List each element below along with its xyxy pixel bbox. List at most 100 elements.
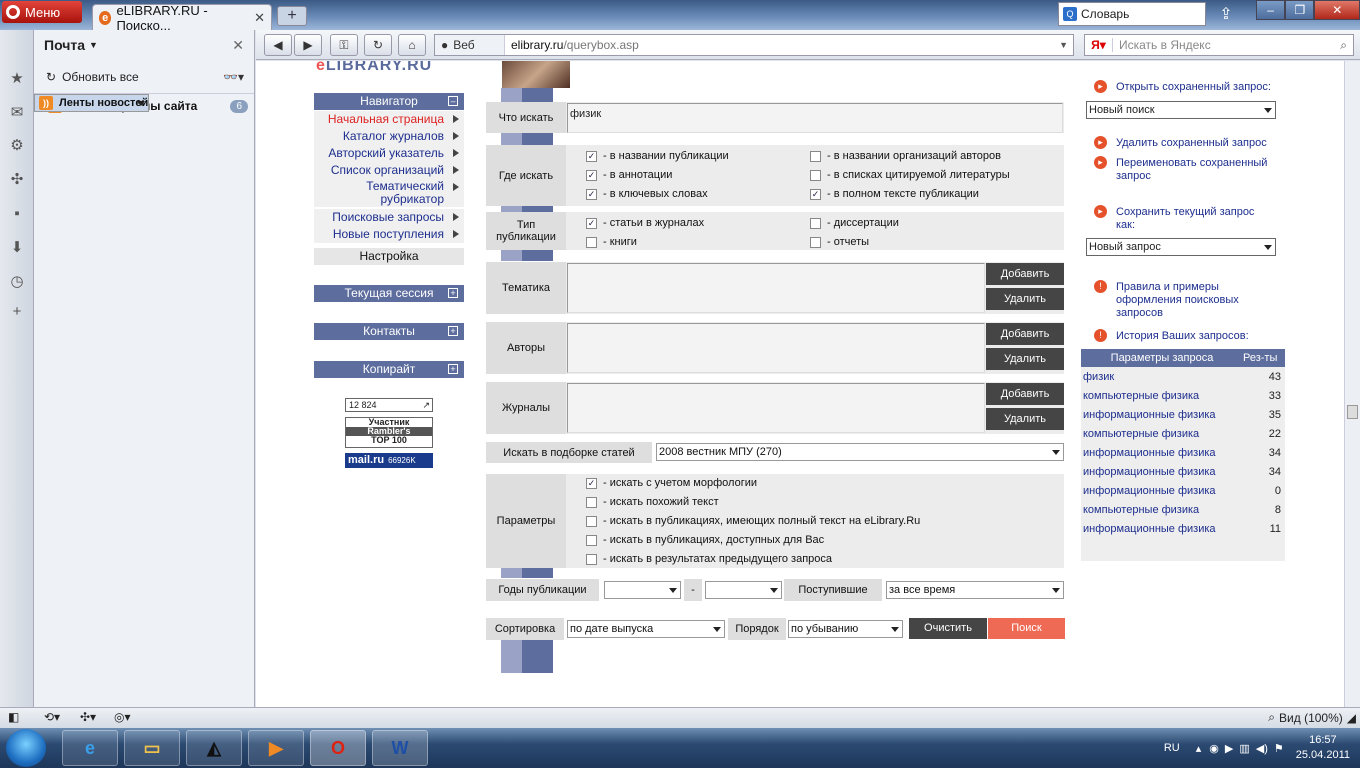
history-query-link[interactable]: компьютерные физика — [1083, 390, 1261, 402]
param-fulltext-checkbox[interactable]: - искать в публикациях, имеющих полный т… — [586, 515, 920, 527]
collapse-icon[interactable]: – — [448, 96, 458, 106]
yandex-icon[interactable]: Я▾ — [1085, 38, 1113, 52]
history-row[interactable]: компьютерные физика 8 — [1081, 500, 1285, 519]
year-from-select[interactable] — [604, 581, 681, 599]
panel-toggle-icon[interactable]: ◧ — [8, 710, 19, 724]
language-indicator[interactable]: RU — [1164, 742, 1180, 754]
volume-icon[interactable]: ◀) — [1256, 742, 1268, 755]
site-logo[interactable]: eLIBRARY.RU — [316, 61, 432, 75]
history-query-link[interactable]: информационные физика — [1083, 466, 1261, 478]
new-tab-button[interactable]: + — [277, 6, 307, 26]
history-query-link[interactable]: компьютерные физика — [1083, 428, 1261, 440]
close-button[interactable]: ✕ — [1314, 0, 1360, 20]
network-icon[interactable]: ▥ — [1239, 742, 1249, 755]
nav-authors[interactable]: Авторский указатель — [314, 145, 464, 162]
reload-button[interactable]: ↻ — [364, 34, 392, 56]
back-button[interactable]: ◀ — [264, 34, 292, 56]
open-saved-link[interactable]: Открыть сохраненный запрос: — [1116, 81, 1271, 94]
feeds-item[interactable]: )) Ленты новостей — [34, 94, 150, 112]
journals-add-button[interactable]: Добавить — [986, 383, 1064, 405]
scroll-thumb[interactable] — [1347, 405, 1358, 419]
type-articles-checkbox[interactable]: ✓ - статьи в журналах — [586, 217, 704, 229]
history-row[interactable]: информационные физика 11 — [1081, 519, 1285, 538]
history-row[interactable]: информационные физика 35 — [1081, 405, 1285, 424]
param-previous-checkbox[interactable]: - искать в результатах предыдущего запро… — [586, 553, 832, 565]
mail-title[interactable]: Почта — [44, 37, 85, 53]
chevron-down-icon[interactable]: ▼ — [89, 40, 98, 50]
rename-saved-link[interactable]: Переименовать сохраненный запрос — [1116, 157, 1286, 183]
nav-settings[interactable]: Настройка — [314, 248, 464, 265]
address-field[interactable]: ● Веб elibrary.ru/querybox.asp ▼ — [434, 34, 1074, 56]
journals-list[interactable] — [567, 383, 985, 433]
add-panel-icon[interactable]: + — [8, 303, 26, 321]
mailru-badge[interactable]: mail.ru 66926K — [345, 453, 433, 468]
notes-icon[interactable]: ▪ — [8, 205, 26, 223]
query-textarea[interactable]: физик — [567, 103, 1063, 133]
nav-search-queries[interactable]: Поисковые запросы — [314, 209, 464, 226]
bookmarks-icon[interactable]: ★ — [8, 70, 26, 88]
clock[interactable]: 16:57 25.04.2011 — [1296, 733, 1350, 763]
where-abstract-checkbox[interactable]: ✓ - в аннотации — [586, 169, 672, 181]
home-button[interactable]: ⌂ — [398, 34, 426, 56]
mail-icon[interactable]: ✉ — [8, 104, 26, 122]
topic-list[interactable] — [567, 263, 985, 313]
type-books-checkbox[interactable]: - книги — [586, 236, 637, 248]
maximize-button[interactable]: ❐ — [1285, 0, 1315, 20]
expand-icon[interactable]: + — [448, 364, 458, 374]
opera-task-icon[interactable]: O — [310, 730, 366, 766]
sort-select[interactable]: по дате выпуска — [567, 620, 725, 638]
journals-remove-button[interactable]: Удалить — [986, 408, 1064, 430]
turbo-icon[interactable]: ◎▾ — [114, 710, 131, 724]
app-pyramid-icon[interactable]: ◭ — [186, 730, 242, 766]
panel-close-icon[interactable]: ✕ — [232, 37, 244, 54]
expand-icon[interactable]: + — [448, 288, 458, 298]
contacts-header[interactable]: Контакты + — [314, 323, 464, 340]
delete-saved-link[interactable]: Удалить сохраненный запрос — [1116, 137, 1267, 150]
refresh-all-button[interactable]: ↻ Обновить все 👓▾ — [34, 60, 254, 94]
history-query-link[interactable]: информационные физика — [1083, 409, 1261, 421]
key-icon[interactable]: ⚿ — [330, 34, 358, 56]
nav-home[interactable]: Начальная страница — [314, 111, 464, 128]
collection-select[interactable]: 2008 вестник МПУ (270) — [656, 443, 1064, 461]
history-row[interactable]: информационные физика 0 — [1081, 481, 1285, 500]
history-row[interactable]: компьютерные физика 22 — [1081, 424, 1285, 443]
language-flag-icon[interactable]: ⚑ — [1274, 742, 1284, 755]
word-icon[interactable]: W — [372, 730, 428, 766]
where-fulltext-checkbox[interactable]: ✓ - в полном тексте публикации — [810, 188, 979, 200]
type-reports-checkbox[interactable]: - отчеты — [810, 236, 869, 248]
chevron-down-icon[interactable]: ▼ — [1059, 40, 1068, 50]
where-keywords-checkbox[interactable]: ✓ - в ключевых словах — [586, 188, 708, 200]
minimize-button[interactable]: – — [1256, 0, 1286, 20]
history-row[interactable]: информационные физика 34 — [1081, 443, 1285, 462]
history-row[interactable]: компьютерные физика 33 — [1081, 386, 1285, 405]
tray-app-icon[interactable]: ◉ — [1209, 742, 1219, 755]
nav-organizations[interactable]: Список организаций — [314, 162, 464, 179]
copyright-header[interactable]: Копирайт + — [314, 361, 464, 378]
expand-icon[interactable]: + — [448, 326, 458, 336]
search-button[interactable]: Поиск — [988, 618, 1065, 639]
unite-icon[interactable]: ✣ — [8, 171, 26, 189]
history-query-link[interactable]: компьютерные физика — [1083, 504, 1261, 516]
history-query-link[interactable]: информационные физика — [1083, 485, 1261, 497]
topic-add-button[interactable]: Добавить — [986, 263, 1064, 285]
opera-unite-icon[interactable]: ⇪ — [1214, 4, 1238, 26]
history-query-link[interactable]: физик — [1083, 371, 1261, 383]
navigator-header[interactable]: Навигатор – — [314, 93, 464, 110]
unite-status-icon[interactable]: ✣▾ — [80, 710, 96, 724]
order-select[interactable]: по убыванию — [788, 620, 903, 638]
yandex-search-field[interactable]: Я▾ Искать в Яндекс ⌕ — [1084, 34, 1354, 56]
binoculars-icon[interactable]: 👓▾ — [223, 70, 244, 84]
history-icon[interactable]: ◷ — [8, 273, 26, 291]
save-query-select[interactable]: Новый запрос — [1086, 238, 1276, 256]
type-dissertations-checkbox[interactable]: - диссертации — [810, 217, 899, 229]
authors-list[interactable] — [567, 323, 985, 373]
where-references-checkbox[interactable]: - в списках цитируемой литературы — [810, 169, 1010, 181]
received-select[interactable]: за все время — [886, 581, 1064, 599]
nav-journals[interactable]: Каталог журналов — [314, 128, 464, 145]
counter-badge[interactable]: 12 824 ↗ — [345, 398, 433, 412]
opera-menu-button[interactable]: Меню — [2, 1, 82, 23]
vertical-scrollbar[interactable] — [1344, 61, 1360, 707]
authors-add-button[interactable]: Добавить — [986, 323, 1064, 345]
start-button[interactable] — [6, 729, 46, 767]
forward-button[interactable]: ▶ — [294, 34, 322, 56]
